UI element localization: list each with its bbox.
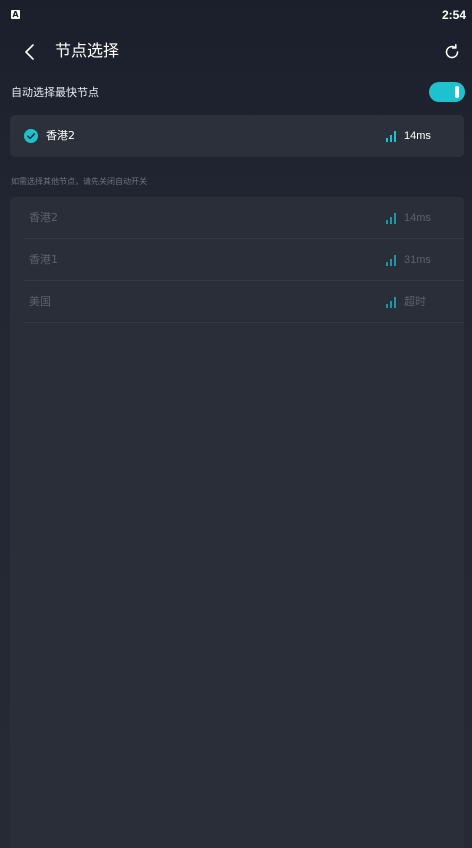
- signal-icon: [386, 297, 396, 308]
- back-button[interactable]: [16, 38, 44, 66]
- hint-text: 如需选择其他节点，请先关闭自动开关: [11, 177, 147, 186]
- node-name: 香港1: [29, 253, 58, 266]
- signal-icon: [386, 213, 396, 224]
- node-latency: 31ms: [404, 254, 431, 266]
- refresh-icon: [445, 44, 459, 59]
- refresh-button[interactable]: [438, 38, 466, 66]
- node-name: 香港2: [29, 211, 58, 224]
- signal-icon: [386, 131, 396, 142]
- selected-node-name: 香港2: [46, 129, 75, 142]
- auto-select-toggle[interactable]: [429, 82, 465, 102]
- node-latency: 超时: [404, 296, 426, 308]
- page-title: 节点选择: [55, 41, 120, 60]
- selected-node-latency: 14ms: [404, 130, 431, 142]
- node-item[interactable]: 香港1 31ms: [24, 239, 464, 281]
- status-bar: A 2:54: [0, 0, 472, 30]
- status-time: 2:54: [441, 8, 466, 22]
- node-latency: 14ms: [404, 212, 431, 224]
- screen: A 2:54 节点选择 自动选择最快节点 香港2 14ms 如需选择其他节点，请…: [0, 0, 472, 848]
- chevron-left-icon: [25, 44, 34, 60]
- signal-icon: [386, 255, 396, 266]
- auto-select-label: 自动选择最快节点: [11, 86, 99, 99]
- toggle-knob: [455, 86, 459, 98]
- header: 节点选择: [0, 30, 472, 74]
- auto-select-row: 自动选择最快节点: [0, 78, 472, 108]
- node-item[interactable]: 香港2 14ms: [24, 197, 464, 239]
- node-item[interactable]: 美国 超时: [24, 281, 464, 323]
- selected-node-card[interactable]: 香港2 14ms: [10, 115, 464, 157]
- app-notification-icon: A: [11, 10, 20, 19]
- check-circle-icon: [24, 129, 38, 143]
- node-name: 美国: [29, 295, 51, 308]
- node-list: 香港2 14ms 香港1 31ms 美国 超时: [10, 197, 464, 848]
